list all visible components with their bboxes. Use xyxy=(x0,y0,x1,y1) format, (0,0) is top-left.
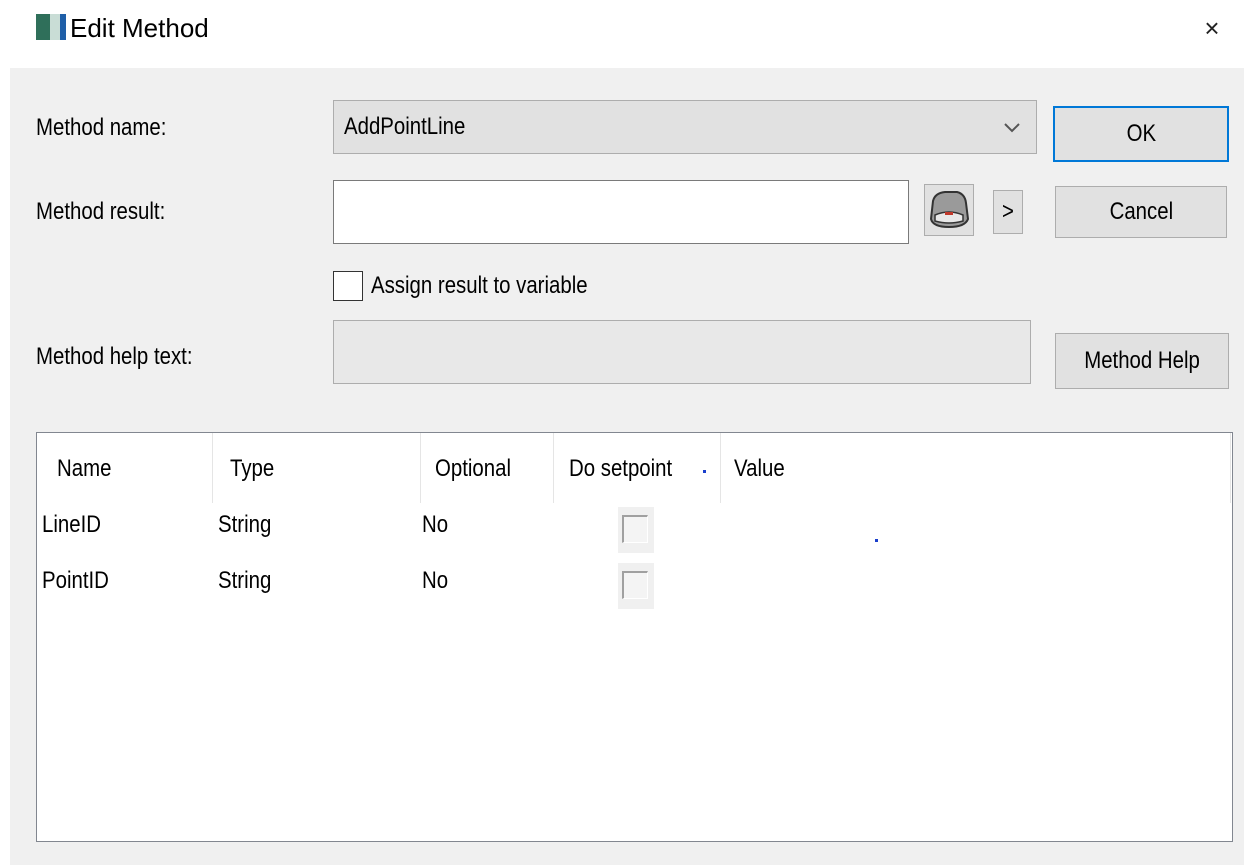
variable-browse-button[interactable] xyxy=(924,184,974,236)
cancel-button-label: Cancel xyxy=(1109,198,1173,225)
column-header-value[interactable]: Value xyxy=(734,455,785,483)
artifact-dot xyxy=(875,539,878,542)
method-result-input[interactable] xyxy=(333,180,909,244)
checkbox-box xyxy=(622,571,648,599)
column-header-do-setpoint[interactable]: Do setpoint xyxy=(569,455,672,483)
variable-browse-icon xyxy=(925,191,973,239)
checkbox-box xyxy=(622,515,648,543)
column-separator xyxy=(212,433,213,503)
cell-type: String xyxy=(218,511,272,538)
expand-button[interactable]: > xyxy=(993,190,1023,234)
cell-name: LineID xyxy=(42,511,101,538)
method-help-text-label: Method help text: xyxy=(36,343,193,370)
do-setpoint-checkbox[interactable] xyxy=(618,507,654,553)
method-name-value: AddPointLine xyxy=(344,113,466,140)
method-help-text-field xyxy=(333,320,1031,384)
ok-button[interactable]: OK xyxy=(1053,106,1229,162)
method-result-label: Method result: xyxy=(36,198,166,225)
method-name-combobox[interactable]: AddPointLine xyxy=(333,100,1037,154)
assign-result-label[interactable]: Assign result to variable xyxy=(371,272,588,300)
dialog-body: Method name: AddPointLine OK Method resu… xyxy=(10,68,1244,865)
cell-name: PointID xyxy=(42,567,109,594)
window-title: Edit Method xyxy=(70,13,209,43)
column-header-optional[interactable]: Optional xyxy=(435,455,511,483)
column-separator xyxy=(720,433,721,503)
artifact-dot xyxy=(703,470,706,473)
close-icon[interactable]: × xyxy=(1194,10,1230,46)
title-bar: Edit Method × xyxy=(0,0,1254,68)
chevron-down-icon xyxy=(1002,115,1022,139)
parameter-list[interactable]: Name Type Optional Do setpoint Value Lin… xyxy=(36,432,1233,842)
column-separator xyxy=(420,433,421,503)
column-separator xyxy=(1230,433,1231,503)
assign-result-checkbox[interactable] xyxy=(333,271,363,301)
do-setpoint-checkbox[interactable] xyxy=(618,563,654,609)
cell-optional: No xyxy=(422,511,449,538)
column-header-name[interactable]: Name xyxy=(57,455,111,483)
method-help-button[interactable]: Method Help xyxy=(1055,333,1229,389)
table-row[interactable]: LineID String No xyxy=(37,503,1232,559)
column-header-type[interactable]: Type xyxy=(230,455,274,483)
column-separator xyxy=(553,433,554,503)
cell-optional: No xyxy=(422,567,449,594)
method-name-label: Method name: xyxy=(36,114,167,141)
cancel-button[interactable]: Cancel xyxy=(1055,186,1227,238)
expand-button-label: > xyxy=(1002,198,1014,225)
method-help-button-label: Method Help xyxy=(1084,347,1200,374)
cell-type: String xyxy=(218,567,272,594)
ok-button-label: OK xyxy=(1126,120,1156,147)
table-row[interactable]: PointID String No xyxy=(37,559,1232,615)
app-window-icon xyxy=(36,12,66,42)
